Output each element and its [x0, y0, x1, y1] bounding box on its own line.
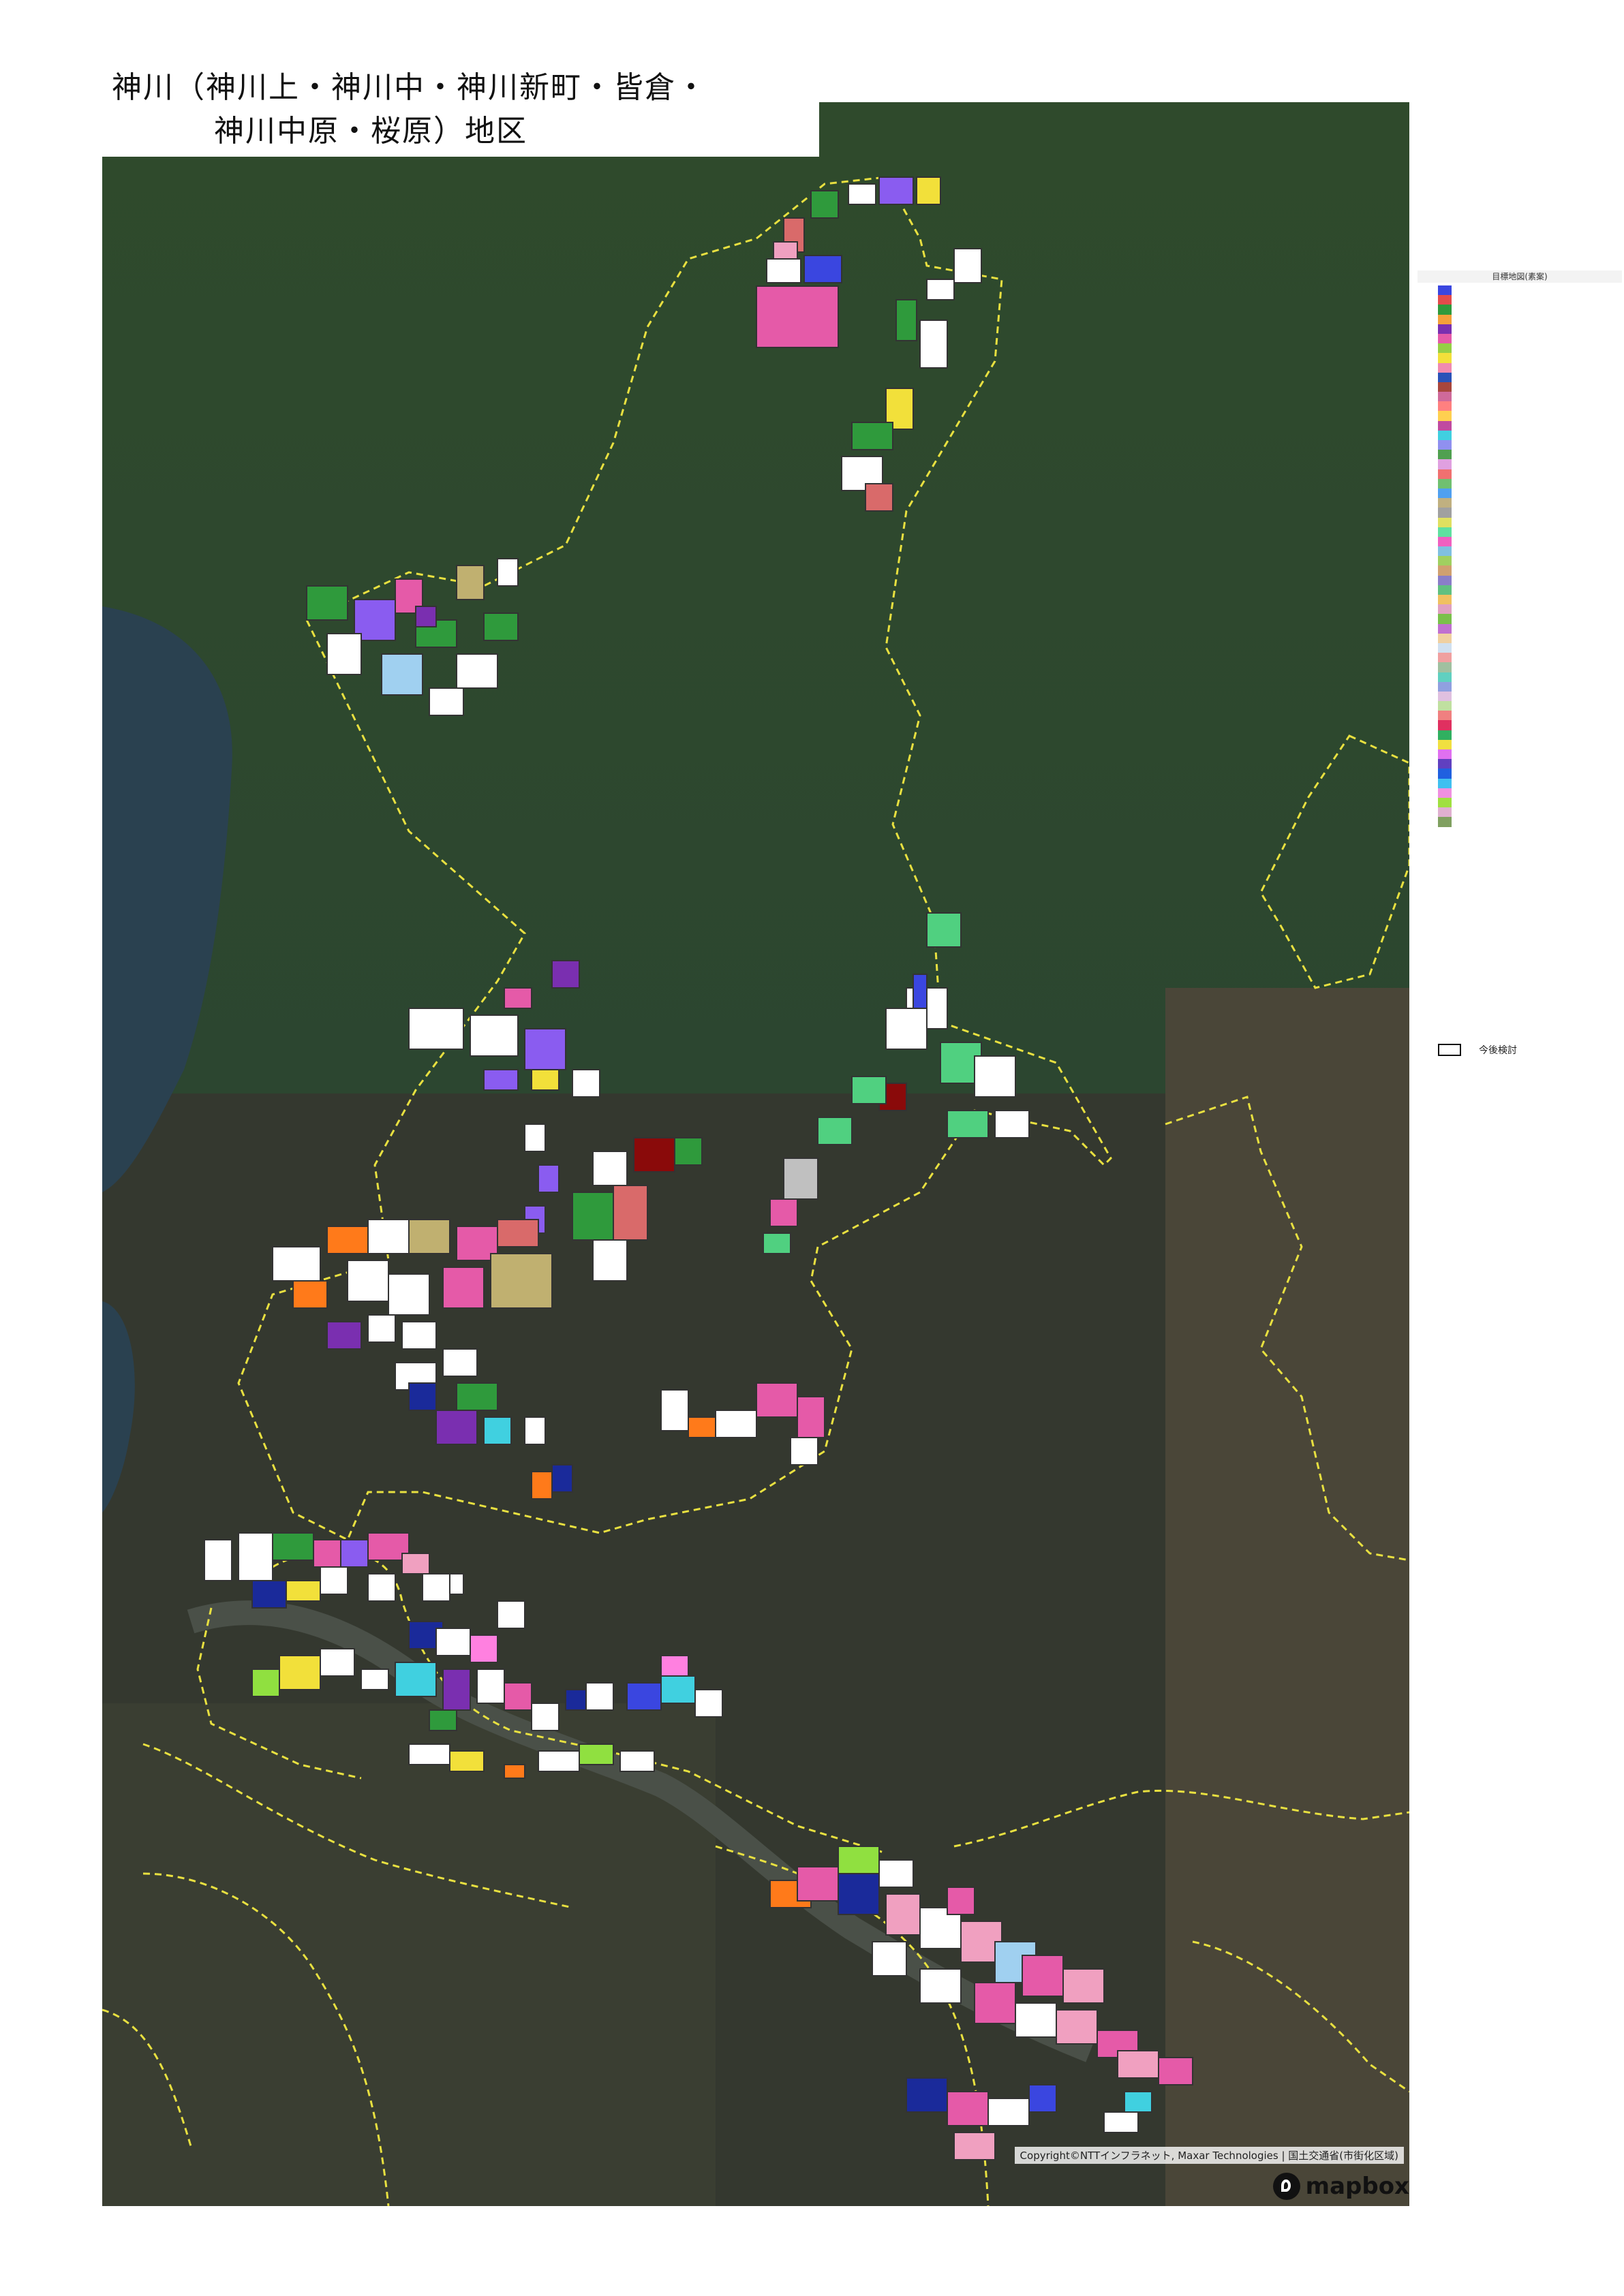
mapbox-logo-icon	[1272, 2173, 1300, 2200]
legend-swatch	[1438, 614, 1452, 624]
legend-swatch	[1438, 382, 1452, 392]
farmland-east	[1165, 988, 1409, 2206]
legend-swatch	[1438, 585, 1452, 595]
legend-swatch	[1438, 450, 1452, 460]
legend-swatch	[1438, 575, 1452, 585]
legend-swatch	[1438, 623, 1452, 634]
legend-swatch	[1438, 459, 1452, 469]
legend-swatch	[1438, 595, 1452, 605]
legend-swatch	[1438, 759, 1452, 769]
legend-swatch	[1438, 672, 1452, 682]
legend-swatch	[1438, 546, 1452, 557]
legend-swatch	[1438, 711, 1452, 721]
legend-swatch	[1438, 604, 1452, 615]
legend-swatch	[1438, 430, 1452, 440]
legend-swatch	[1438, 362, 1452, 373]
legend-swatch	[1438, 769, 1452, 779]
legend-swatch	[1438, 730, 1452, 740]
legend-swatch	[1438, 411, 1452, 421]
legend-swatch	[1438, 739, 1452, 749]
legend-swatch	[1438, 691, 1452, 702]
legend-swatch	[1438, 807, 1452, 818]
map-title-line-2: 神川中原・桜原）地区	[214, 114, 527, 149]
legend-swatch	[1438, 392, 1452, 402]
legend-swatch	[1438, 488, 1452, 499]
legend-swatch	[1438, 681, 1452, 692]
legend-swatch	[1438, 749, 1452, 760]
mapbox-logo[interactable]: mapbox	[1272, 2171, 1409, 2202]
legend-swatch	[1438, 353, 1452, 363]
legend-swatch	[1438, 720, 1452, 730]
legend-swatch	[1438, 333, 1452, 344]
legend-swatch	[1438, 653, 1452, 663]
map-legend: 目標地図(素案) 今後検討	[1418, 270, 1624, 1074]
legend-swatch	[1438, 817, 1452, 827]
legend-swatch	[1438, 440, 1452, 450]
legend-swatch	[1438, 633, 1452, 643]
legend-swatch	[1438, 498, 1452, 508]
legend-review-label: 今後検討	[1479, 1045, 1517, 1056]
mapbox-logo-text: mapbox	[1305, 2173, 1409, 2200]
legend-swatch	[1438, 527, 1452, 537]
legend-swatch	[1438, 642, 1452, 653]
legend-swatch	[1438, 701, 1452, 711]
legend-swatch	[1438, 508, 1452, 518]
legend-swatch	[1438, 469, 1452, 479]
legend-swatch	[1438, 324, 1452, 334]
map-title-line-1: 神川（神川上・神川中・神川新町・皆倉・	[112, 70, 707, 105]
legend-color-strip	[1438, 285, 1452, 827]
legend-swatch	[1438, 556, 1452, 566]
map-attribution[interactable]: Copyright©NTTインフラネット, Maxar Technologies…	[1014, 2147, 1404, 2164]
legend-swatch	[1438, 343, 1452, 354]
legend-swatch	[1438, 295, 1452, 305]
legend-swatch	[1438, 565, 1452, 576]
legend-swatch	[1438, 478, 1452, 488]
legend-swatch	[1438, 420, 1452, 431]
legend-swatch	[1438, 778, 1452, 788]
legend-review-swatch	[1438, 1044, 1461, 1056]
legend-header: 目標地図(素案)	[1418, 270, 1622, 283]
legend-swatch	[1438, 536, 1452, 547]
legend-swatch	[1438, 662, 1452, 672]
legend-swatch	[1438, 788, 1452, 798]
legend-swatch	[1438, 401, 1452, 412]
title-box: 神川（神川上・神川中・神川新町・皆倉・ 神川中原・桜原）地区	[102, 55, 819, 157]
legend-swatch	[1438, 372, 1452, 382]
legend-swatch	[1438, 285, 1452, 296]
legend-swatch	[1438, 305, 1452, 315]
legend-swatch	[1438, 314, 1452, 324]
satellite-map[interactable]: Copyright©NTTインフラネット, Maxar Technologies…	[102, 102, 1409, 2206]
map-canvas	[102, 102, 1409, 2206]
legend-swatch	[1438, 517, 1452, 527]
legend-swatch	[1438, 797, 1452, 808]
